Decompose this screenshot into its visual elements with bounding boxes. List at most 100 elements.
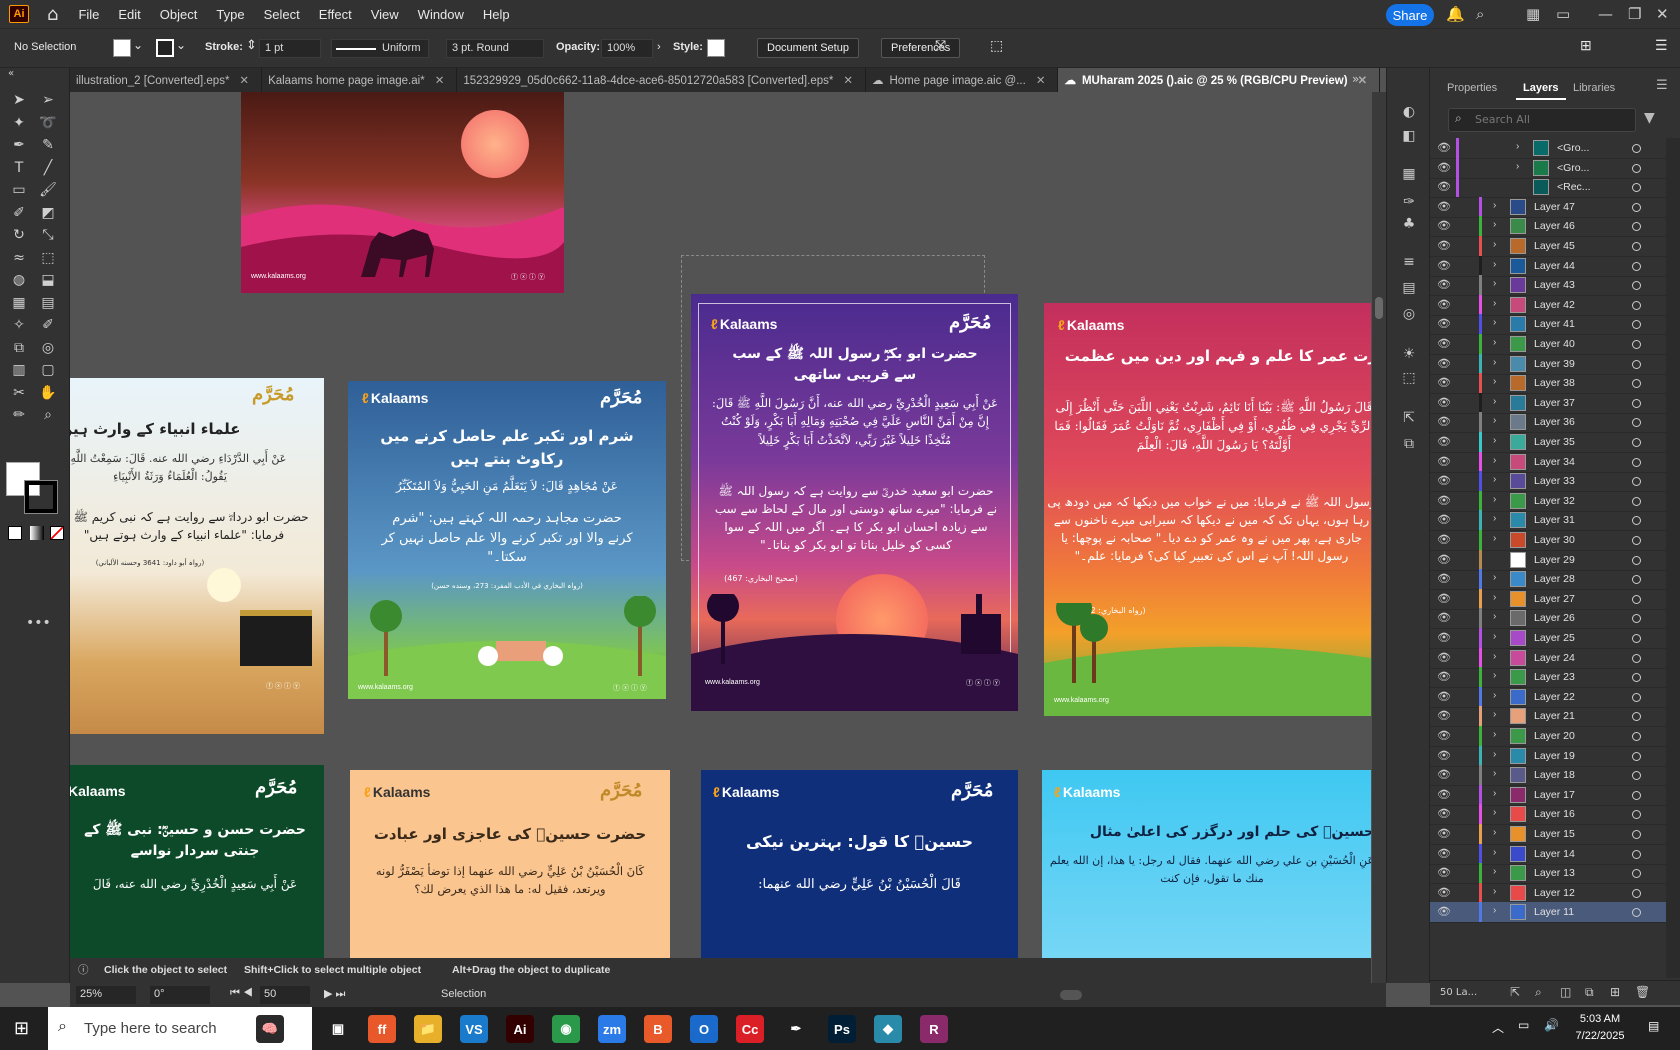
volume-icon[interactable]: 🔊 — [1544, 1018, 1559, 1032]
expand-chevron-icon[interactable]: › — [1493, 278, 1496, 289]
visibility-eye-icon[interactable]: 👁 — [1437, 905, 1451, 918]
winrar-icon[interactable]: R — [920, 1015, 948, 1043]
layer-row[interactable]: 👁 Layer 29 — [1430, 549, 1666, 571]
expand-chevron-icon[interactable]: › — [1493, 298, 1496, 309]
edit-toolbar-icon[interactable]: ✏ — [8, 407, 30, 427]
panel-toggle-icon[interactable]: ⊞ — [1580, 37, 1592, 54]
windows-start-icon[interactable]: ⊞ — [14, 1018, 29, 1039]
target-circle-icon[interactable] — [1632, 183, 1641, 193]
opacity-field[interactable]: 100% — [601, 39, 653, 58]
transparency-icon[interactable]: ◎ — [1399, 306, 1419, 326]
expand-chevron-icon[interactable]: › — [1493, 376, 1496, 387]
expand-chevron-icon[interactable]: › — [1493, 219, 1496, 230]
visibility-eye-icon[interactable]: 👁 — [1437, 788, 1451, 801]
photoshop-icon[interactable]: Ps — [828, 1015, 856, 1043]
expand-chevron-icon[interactable]: › — [1493, 670, 1496, 681]
expand-chevron-icon[interactable]: › — [1493, 592, 1496, 603]
layer-row[interactable]: 👁 › Layer 47 — [1430, 196, 1666, 218]
warp-icon[interactable]: ≈ — [8, 250, 30, 270]
hand-tool-icon[interactable]: ✋ — [37, 385, 59, 405]
target-circle-icon[interactable] — [1632, 261, 1641, 271]
visibility-eye-icon[interactable]: 👁 — [1437, 180, 1451, 193]
visibility-eye-icon[interactable]: 👁 — [1437, 611, 1451, 624]
curvature-icon[interactable]: ✎ — [37, 137, 59, 157]
close-icon[interactable]: ✕ — [1656, 5, 1669, 23]
layer-row[interactable]: 👁 › Layer 30 — [1430, 530, 1666, 551]
visibility-eye-icon[interactable]: 👁 — [1437, 827, 1451, 840]
panel-menu-icon[interactable]: ☰ — [1656, 78, 1668, 93]
illustrator-icon[interactable]: Ai — [506, 1015, 534, 1043]
expand-chevron-icon[interactable]: › — [1493, 866, 1496, 877]
visibility-eye-icon[interactable]: 👁 — [1437, 749, 1451, 762]
target-circle-icon[interactable] — [1632, 888, 1641, 898]
target-circle-icon[interactable] — [1632, 790, 1641, 800]
expand-chevron-icon[interactable]: › — [1493, 415, 1496, 426]
target-circle-icon[interactable] — [1632, 438, 1641, 447]
layer-row[interactable]: 👁 › Layer 40 — [1430, 334, 1666, 355]
visibility-eye-icon[interactable]: 👁 — [1437, 847, 1451, 860]
artboard-modesty[interactable]: ℓ Kalaams مُحَرَّم شرم اور تکبر علم حاصل … — [348, 381, 666, 699]
layer-row[interactable]: 👁 › Layer 34 — [1430, 451, 1666, 473]
expand-chevron-icon[interactable]: › — [1493, 827, 1496, 838]
target-circle-icon[interactable] — [1632, 555, 1641, 565]
target-circle-icon[interactable] — [1632, 202, 1641, 212]
layer-row[interactable]: 👁 › Layer 26 — [1430, 608, 1666, 630]
expand-chevron-icon[interactable]: › — [1493, 357, 1496, 368]
expand-chevron-icon[interactable]: › — [1493, 847, 1496, 858]
target-circle-icon[interactable] — [1632, 653, 1641, 663]
vscode-icon[interactable]: VS — [460, 1015, 488, 1043]
layer-row[interactable]: 👁 › Layer 38 — [1430, 373, 1666, 395]
target-circle-icon[interactable] — [1632, 732, 1641, 741]
visibility-eye-icon[interactable]: 👁 — [1437, 317, 1451, 330]
target-circle-icon[interactable] — [1632, 144, 1641, 153]
symbols-icon[interactable]: ♣ — [1399, 216, 1419, 236]
layer-row[interactable]: 👁 › Layer 42 — [1430, 294, 1666, 316]
creative-cloud-icon[interactable]: Cc — [736, 1015, 764, 1043]
target-circle-icon[interactable] — [1632, 359, 1641, 369]
new-layer-icon[interactable]: ⊞ — [1610, 985, 1620, 999]
layer-row[interactable]: 👁 › Layer 20 — [1430, 726, 1666, 747]
expand-chevron-icon[interactable]: › — [1493, 455, 1496, 466]
paintbrush-icon[interactable]: 🖌 — [37, 182, 59, 202]
tab-properties[interactable]: Properties — [1447, 82, 1497, 94]
collapse-panel-icon[interactable]: « — [0, 68, 22, 88]
line-tool-icon[interactable]: ╱ — [37, 160, 59, 180]
target-circle-icon[interactable] — [1632, 849, 1641, 859]
free-transform-icon[interactable]: ⬚ — [37, 250, 59, 270]
visibility-eye-icon[interactable]: 👁 — [1437, 631, 1451, 644]
layer-row[interactable]: 👁 › Layer 25 — [1430, 628, 1666, 649]
layer-row[interactable]: 👁 › Layer 35 — [1430, 432, 1666, 453]
tab-close-icon[interactable]: ✕ — [1036, 75, 1046, 87]
menu-view[interactable]: View — [371, 7, 399, 22]
brushes-icon[interactable]: ✑ — [1399, 194, 1419, 214]
first-artboard-icon[interactable]: ⏮ ◀ — [230, 987, 253, 1000]
export-icon[interactable]: ⇱ — [1510, 985, 1520, 999]
clip-mask-icon[interactable]: ◫ — [1560, 985, 1571, 999]
menu-type[interactable]: Type — [216, 7, 244, 22]
artboards-icon[interactable]: ⧉ — [1399, 436, 1419, 456]
target-circle-icon[interactable] — [1632, 418, 1641, 428]
visibility-eye-icon[interactable]: 👁 — [1437, 200, 1451, 213]
stroke-swatch[interactable] — [156, 39, 174, 57]
layer-row[interactable]: 👁 › Layer 43 — [1430, 275, 1666, 297]
mesh-icon[interactable]: ▦ — [8, 295, 30, 315]
task-view-icon[interactable]: ▣ — [324, 1015, 352, 1043]
pen-app-icon[interactable]: ✒ — [782, 1015, 810, 1043]
expand-chevron-icon[interactable]: › — [1493, 200, 1496, 211]
menu-object[interactable]: Object — [160, 7, 198, 22]
stroke-weight-field[interactable]: 1 pt — [259, 39, 321, 58]
preferences-button[interactable]: Preferences — [881, 38, 961, 58]
artboard-desert[interactable]: www.kalaams.org ⓕ ⓧ ⓘ ⓨ — [241, 92, 564, 293]
layers-scrollbar[interactable] — [1666, 138, 1680, 978]
layer-row[interactable]: 👁 › <Gro... — [1430, 157, 1666, 179]
target-circle-icon[interactable] — [1632, 594, 1641, 604]
tabs-overflow-icon[interactable]: » — [1352, 72, 1359, 86]
expand-chevron-icon[interactable]: › — [1493, 788, 1496, 799]
visibility-eye-icon[interactable]: 👁 — [1437, 474, 1451, 487]
layer-row[interactable]: 👁 › Layer 44 — [1430, 255, 1666, 277]
layer-row[interactable]: 👁 › Layer 31 — [1430, 510, 1666, 532]
firefox-icon[interactable]: ff — [368, 1015, 396, 1043]
appearance-icon[interactable]: ◐ — [1399, 104, 1419, 124]
visibility-eye-icon[interactable]: 👁 — [1437, 259, 1451, 272]
visibility-eye-icon[interactable]: 👁 — [1437, 376, 1451, 389]
